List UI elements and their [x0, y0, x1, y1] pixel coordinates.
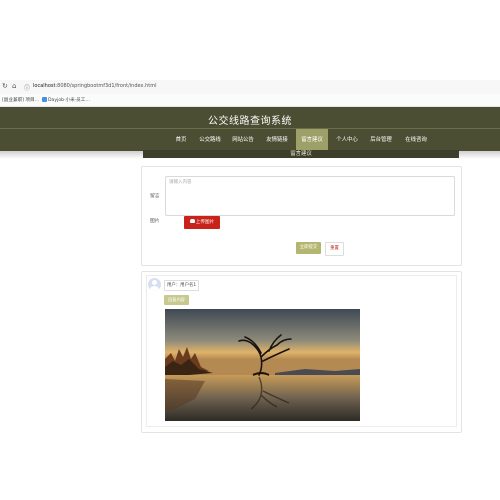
- content-placeholder: 请输入内容: [169, 180, 192, 185]
- upload-image-button[interactable]: 上传图片: [184, 216, 220, 229]
- site-header: 公交线路查询系统: [0, 107, 500, 128]
- url-text[interactable]: localhost:8080/springbootmf3d1/front/ind…: [33, 83, 156, 89]
- bookmarks-bar: [副业兼职] 项目… Dayjob·小米·员工…: [0, 94, 500, 107]
- comment-image: [165, 309, 360, 421]
- image-label: 图片: [150, 219, 160, 224]
- bookmark-item[interactable]: [副业兼职] 项目…: [2, 97, 39, 103]
- content-textarea[interactable]: 请输入内容: [165, 176, 455, 216]
- cloud-upload-icon: [189, 219, 195, 223]
- reply-button[interactable]: 回复内容: [164, 295, 189, 305]
- info-icon[interactable]: ⓘ: [24, 83, 30, 92]
- section-title: 留言建议: [290, 151, 312, 157]
- bookmark-icon: [42, 97, 47, 102]
- site-title: 公交线路查询系统: [208, 116, 292, 127]
- lake-tree-photo: [165, 309, 360, 421]
- url-path: :8080/springbootmf3d1/front/index.html: [55, 83, 157, 89]
- submit-button[interactable]: 立即提交: [296, 242, 321, 254]
- comment-username: 用户：用户名1: [164, 280, 200, 291]
- reload-icon[interactable]: ↻: [2, 82, 8, 90]
- avatar: [148, 278, 161, 291]
- address-bar: ↻ ⌂ ⓘ localhost:8080/springbootmf3d1/fro…: [0, 80, 500, 94]
- url-host: localhost: [33, 83, 56, 89]
- upload-button-label: 上传图片: [195, 220, 215, 225]
- bookmark-item[interactable]: Dayjob·小米·员工…: [42, 97, 90, 103]
- home-icon[interactable]: ⌂: [12, 82, 16, 90]
- content-label: 留言: [150, 194, 160, 199]
- reset-button[interactable]: 重置: [325, 242, 344, 256]
